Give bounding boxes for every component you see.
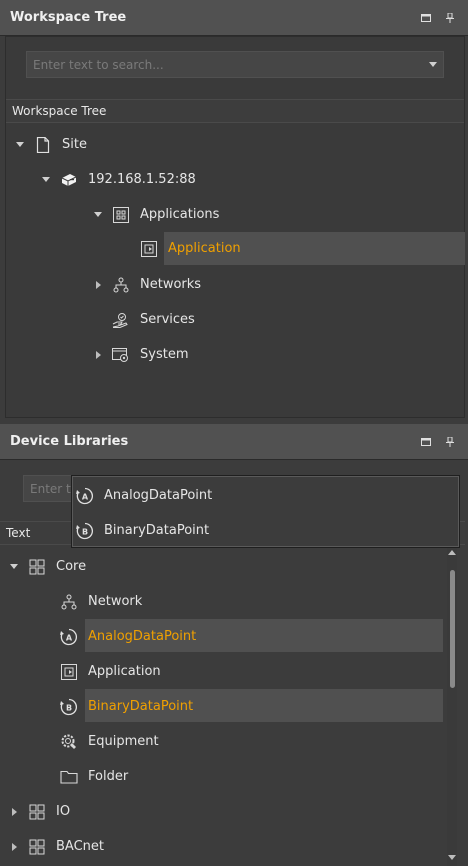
library-item-io[interactable]: IO: [8, 794, 72, 829]
server-icon: [60, 171, 78, 189]
system-gear-icon: [112, 346, 130, 364]
workspace-tree-title: Workspace Tree: [10, 10, 127, 25]
tree-item-label: Services: [140, 312, 195, 327]
expand-arrow-icon[interactable]: [40, 174, 52, 186]
binary-datapoint-icon: B: [76, 522, 94, 540]
network-icon: [112, 276, 130, 294]
column-header-label: Workspace Tree: [12, 104, 107, 118]
expand-arrow-icon[interactable]: [14, 139, 26, 151]
tree-item-services[interactable]: Services: [112, 302, 197, 337]
library-item-analog-datapoint[interactable]: A AnalogDataPoint: [60, 619, 198, 654]
application-icon: [60, 663, 78, 681]
workspace-tree-body: Enter text to search... Workspace Tree S…: [5, 36, 465, 418]
device-libraries-header: Device Libraries: [0, 424, 468, 460]
expand-arrow-icon[interactable]: [8, 561, 20, 573]
column-header-label: Text: [6, 526, 31, 540]
tree-item-label: Equipment: [88, 734, 159, 749]
library-item-bacnet[interactable]: BACnet: [8, 829, 106, 864]
vertical-scrollbar[interactable]: [447, 548, 457, 866]
svg-text:A: A: [82, 492, 89, 501]
tree-item-label: 192.168.1.52:88: [88, 172, 196, 187]
analog-datapoint-icon: A: [76, 487, 94, 505]
drag-preview-popup: A AnalogDataPoint B BinaryDataPoint: [71, 475, 460, 548]
grid-icon: [28, 558, 46, 576]
pin-icon[interactable]: [442, 434, 458, 450]
library-item-binary-datapoint[interactable]: B BinaryDataPoint: [60, 689, 195, 724]
tree-item-label: Applications: [140, 207, 220, 222]
workspace-search-placeholder: Enter text to search...: [33, 57, 164, 72]
expand-arrow-icon[interactable]: [8, 806, 20, 818]
tree-item-site[interactable]: Site: [14, 127, 89, 162]
services-hand-icon: [112, 311, 130, 329]
applications-grid-icon: [112, 206, 130, 224]
tree-item-label: Networks: [140, 277, 202, 292]
tree-item-label: BinaryDataPoint: [88, 699, 194, 714]
folder-icon: [60, 768, 78, 786]
application-icon: [140, 240, 158, 258]
library-item-application[interactable]: Application: [60, 654, 163, 689]
library-item-folder[interactable]: Folder: [60, 759, 130, 794]
tree-item-system[interactable]: System: [92, 337, 190, 372]
network-icon: [60, 593, 78, 611]
tree-item-label: Folder: [88, 769, 129, 784]
tree-item-label: BACnet: [56, 839, 104, 854]
document-icon: [34, 136, 52, 154]
tree-item-label: Network: [88, 594, 143, 609]
library-item-equipment[interactable]: Equipment: [60, 724, 161, 759]
popup-item-analog-datapoint[interactable]: A AnalogDataPoint: [76, 478, 214, 513]
tree-item-networks[interactable]: Networks: [92, 267, 203, 302]
tree-item-label: Application: [168, 241, 241, 256]
expand-arrow-icon[interactable]: [8, 841, 20, 853]
svg-text:B: B: [66, 703, 72, 712]
pin-icon[interactable]: [442, 10, 458, 26]
tree-item-server[interactable]: 192.168.1.52:88: [40, 162, 198, 197]
grid-icon: [28, 803, 46, 821]
binary-datapoint-icon: B: [60, 698, 78, 716]
expand-arrow-icon[interactable]: [92, 349, 104, 361]
maximize-icon[interactable]: [418, 10, 434, 26]
grid-icon: [28, 838, 46, 856]
library-item-core[interactable]: Core: [8, 549, 88, 584]
workspace-tree-column-header[interactable]: Workspace Tree: [6, 99, 464, 123]
analog-datapoint-icon: A: [60, 628, 78, 646]
scroll-up-icon[interactable]: [448, 550, 456, 555]
svg-text:B: B: [82, 527, 88, 536]
chevron-down-icon[interactable]: [429, 62, 437, 67]
workspace-search-input[interactable]: Enter text to search...: [26, 51, 444, 78]
tree-item-label: IO: [56, 804, 71, 819]
expand-arrow-icon[interactable]: [92, 209, 104, 221]
scroll-thumb[interactable]: [450, 570, 455, 688]
popup-item-label: BinaryDataPoint: [104, 523, 210, 538]
library-item-network[interactable]: Network: [60, 584, 144, 619]
expand-arrow-icon[interactable]: [92, 279, 104, 291]
svg-text:A: A: [66, 633, 73, 642]
scroll-down-icon[interactable]: [448, 855, 456, 860]
maximize-icon[interactable]: [418, 434, 434, 450]
tree-item-applications[interactable]: Applications: [92, 197, 221, 232]
workspace-tree-panel: Workspace Tree Enter text to search... W…: [0, 0, 468, 424]
popup-item-label: AnalogDataPoint: [104, 488, 213, 503]
tree-item-label: Application: [88, 664, 161, 679]
equipment-gear-icon: [60, 733, 78, 751]
device-libraries-title: Device Libraries: [10, 434, 129, 449]
tree-item-label: Core: [56, 559, 87, 574]
workspace-tree-header: Workspace Tree: [0, 0, 468, 36]
popup-item-binary-datapoint[interactable]: B BinaryDataPoint: [76, 513, 211, 548]
tree-item-label: Site: [62, 137, 87, 152]
tree-item-label: AnalogDataPoint: [88, 629, 197, 644]
tree-item-application[interactable]: Application: [140, 231, 243, 266]
tree-item-label: System: [140, 347, 189, 362]
